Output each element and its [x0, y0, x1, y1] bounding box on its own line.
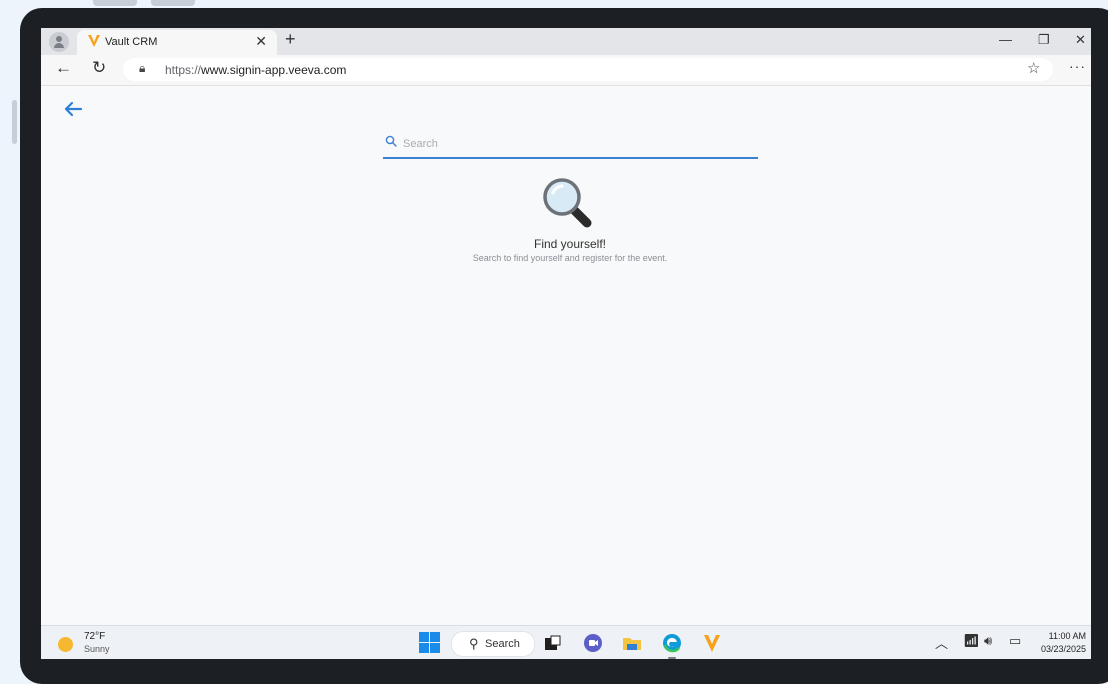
search-field[interactable]	[383, 131, 758, 159]
show-hidden-icons-chevron-icon[interactable]: ︿	[935, 633, 948, 652]
clock-date[interactable]: 03/23/2025	[1041, 644, 1086, 654]
new-tab-icon[interactable]: +	[285, 29, 296, 50]
magnifying-glass-icon	[543, 178, 592, 228]
wifi-icon[interactable]: 📶︎	[963, 633, 980, 649]
browser-titlebar: Vault CRM ✕ + — ❐ ✕	[41, 28, 1091, 55]
favorite-star-icon[interactable]: ☆	[1027, 59, 1040, 77]
weather-condition: Sunny	[84, 644, 110, 654]
device-tab-nub-right	[151, 0, 195, 6]
empty-state-subtitle: Search to find yourself and register for…	[472, 253, 668, 263]
page-back-arrow-icon[interactable]	[62, 98, 84, 120]
task-view-icon[interactable]	[541, 632, 563, 654]
device-side-button	[12, 100, 17, 144]
browser-navbar: ← ↻ 🔒︎ https://www.signin-app.veeva.com …	[41, 55, 1091, 86]
browser-back-icon[interactable]: ←	[55, 58, 72, 78]
windows-start-icon[interactable]	[419, 632, 441, 654]
sun-icon[interactable]	[58, 637, 73, 652]
file-explorer-icon[interactable]	[621, 632, 643, 654]
lock-icon: 🔒︎	[139, 61, 146, 75]
active-app-indicator	[668, 657, 676, 659]
veeva-logo-icon	[88, 35, 100, 47]
taskbar-search-label: Search	[485, 638, 520, 650]
more-menu-icon[interactable]: ···	[1069, 58, 1086, 74]
search-input[interactable]	[401, 133, 745, 155]
teams-chat-icon[interactable]	[582, 632, 604, 654]
taskbar: 72°F Sunny ⚲ Search ︿ 📶︎ 🔊︎ ▭ 11:00 AM 0…	[41, 625, 1091, 659]
search-icon	[385, 135, 397, 147]
browser-tab[interactable]: Vault CRM ✕	[77, 30, 277, 55]
clock-time[interactable]: 11:00 AM	[1049, 631, 1086, 641]
screen: Vault CRM ✕ + — ❐ ✕ ← ↻ 🔒︎ https://www.s…	[41, 28, 1091, 659]
taskbar-search-button[interactable]: ⚲ Search	[451, 631, 535, 657]
battery-icon[interactable]: ▭	[1009, 633, 1021, 649]
veeva-app-icon[interactable]	[701, 632, 723, 654]
tab-title: Vault CRM	[105, 36, 158, 48]
taskbar-search-icon: ⚲	[469, 636, 479, 651]
profile-icon[interactable]	[49, 32, 69, 52]
url-text: https://www.signin-app.veeva.com	[165, 63, 347, 77]
empty-state-title: Find yourself!	[533, 237, 607, 251]
weather-temp: 72°F	[84, 631, 106, 642]
edge-browser-icon[interactable]	[661, 632, 683, 654]
address-bar[interactable]: 🔒︎ https://www.signin-app.veeva.com	[123, 58, 1053, 81]
refresh-icon[interactable]: ↻	[92, 58, 106, 78]
volume-icon[interactable]: 🔊︎	[984, 633, 992, 649]
close-window-icon[interactable]: ✕	[1075, 32, 1086, 48]
minimize-icon[interactable]: —	[999, 32, 1012, 47]
device-tab-nub-left	[93, 0, 137, 6]
tab-close-icon[interactable]: ✕	[255, 33, 267, 50]
restore-icon[interactable]: ❐	[1038, 32, 1050, 48]
